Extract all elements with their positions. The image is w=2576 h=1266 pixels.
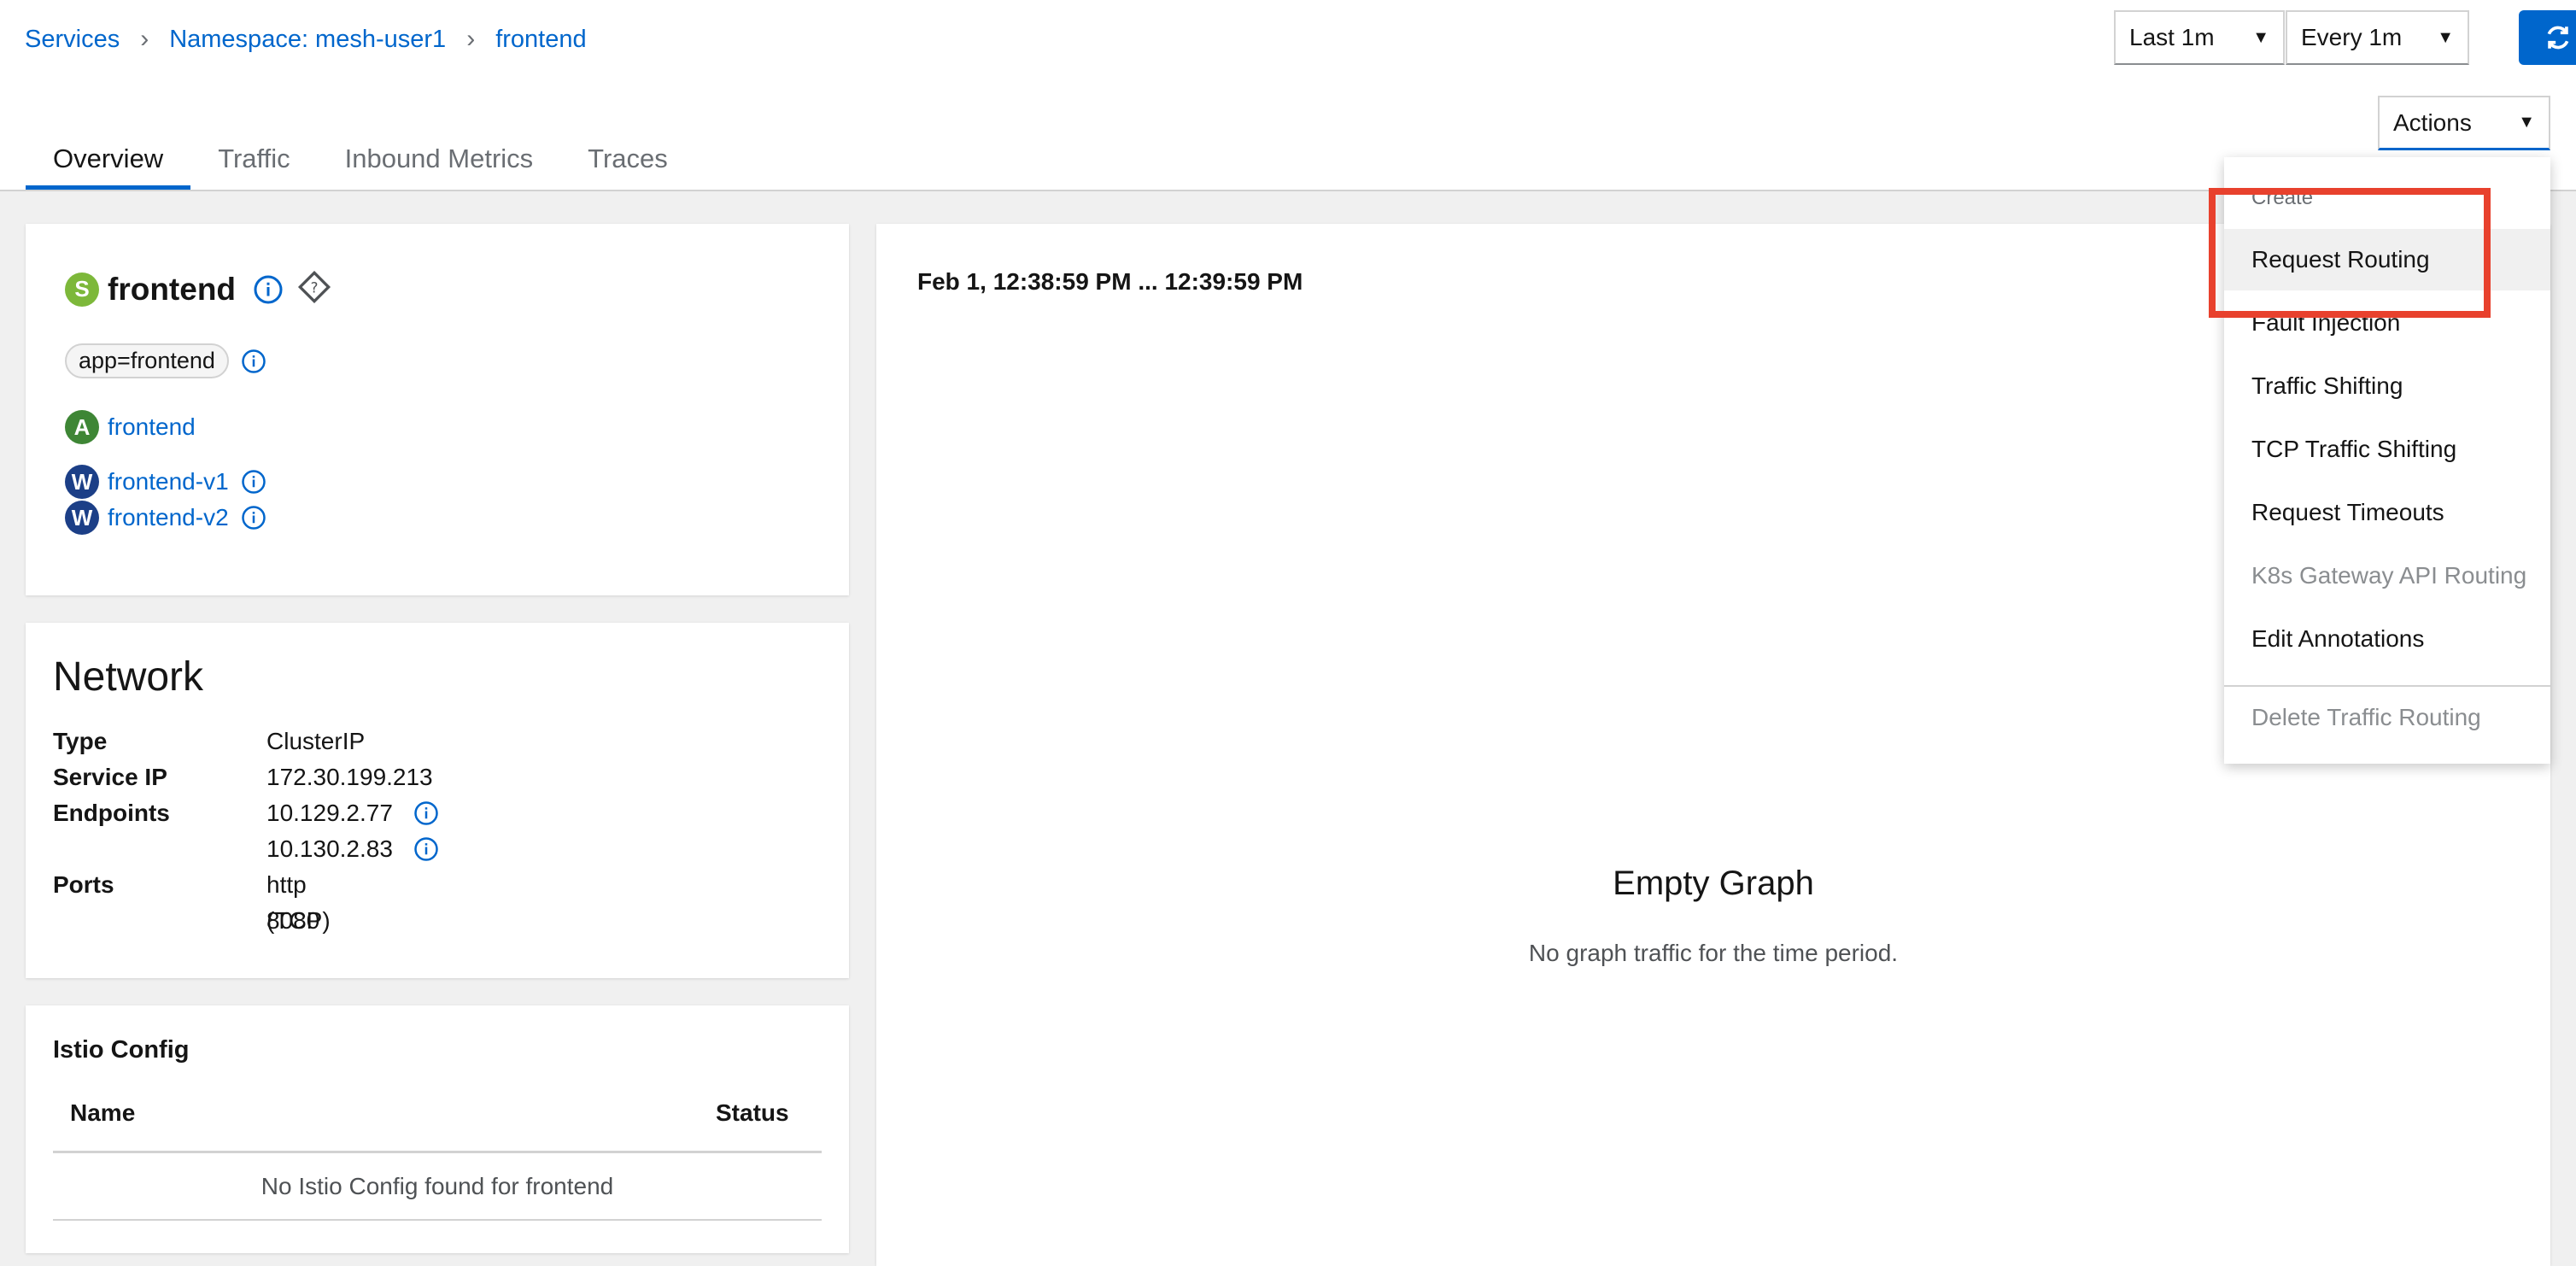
graph-time-range: Feb 1, 12:38:59 PM ... 12:39:59 PM (917, 268, 1303, 295)
info-icon[interactable] (413, 836, 439, 862)
highlight-annotation (2209, 188, 2491, 318)
breadcrumb-namespace[interactable]: Namespace: mesh-user1 (169, 26, 446, 54)
actions-dropdown-toggle[interactable]: Actions ▼ (2378, 96, 2550, 150)
duration-select-value: Last 1m (2129, 24, 2215, 50)
endpoints-key: Endpoints (53, 800, 170, 826)
tab-bar: Overview Traffic Inbound Metrics Traces (26, 128, 695, 190)
ports-protocol: (TCP) (266, 907, 331, 934)
service-mesh-icon[interactable]: ? (297, 270, 331, 308)
service-ip-value: 172.30.199.213 (266, 764, 433, 790)
tab-traffic[interactable]: Traffic (190, 128, 317, 190)
info-icon[interactable] (241, 469, 266, 495)
caret-down-icon: ▼ (2518, 113, 2535, 132)
workload-badge: W (65, 465, 99, 499)
table-divider (53, 1151, 822, 1153)
refresh-button[interactable] (2519, 10, 2576, 65)
app-row: A frontend (65, 410, 196, 444)
column-header-name[interactable]: Name (70, 1099, 135, 1127)
caret-down-icon: ▼ (2252, 27, 2269, 47)
tab-overview[interactable]: Overview (26, 128, 191, 190)
menu-item-edit-annotations[interactable]: Edit Annotations (2251, 625, 2424, 653)
table-divider (53, 1219, 822, 1221)
info-icon[interactable] (241, 349, 266, 374)
app-badge: A (65, 410, 99, 444)
ports-key: Ports (53, 871, 114, 898)
istio-config-card: Istio Config Name Status No Istio Config… (26, 1005, 849, 1253)
istio-config-title: Istio Config (53, 1036, 190, 1064)
duration-select[interactable]: Last 1m ▼ (2114, 10, 2285, 65)
tab-traces[interactable]: Traces (560, 128, 695, 190)
empty-graph-subtitle: No graph traffic for the time period. (1528, 940, 1899, 966)
service-description-card: S frontend ? app=frontend A frontend W f… (26, 224, 849, 595)
endpoint-row: 10.130.2.83 (266, 831, 439, 867)
menu-item-tcp-traffic-shifting[interactable]: TCP Traffic Shifting (2251, 436, 2456, 463)
tab-inbound-metrics[interactable]: Inbound Metrics (318, 128, 561, 190)
label-row: app=frontend (65, 343, 266, 378)
info-icon[interactable] (413, 800, 439, 826)
service-title: S frontend ? (65, 270, 331, 308)
info-icon[interactable] (241, 505, 266, 530)
endpoint-value: 10.130.2.83 (266, 835, 393, 862)
breadcrumb-service[interactable]: frontend (495, 26, 586, 54)
info-icon[interactable] (253, 274, 284, 305)
menu-divider (2224, 685, 2550, 687)
refresh-icon (2547, 26, 2569, 50)
endpoint-value: 10.129.2.77 (266, 800, 393, 826)
network-title: Network (53, 654, 204, 700)
workload-row: W frontend-v1 (65, 465, 266, 499)
chevron-right-icon: › (466, 25, 476, 53)
workload-link[interactable]: frontend-v2 (108, 504, 229, 531)
app-link[interactable]: frontend (108, 413, 196, 441)
breadcrumb-services[interactable]: Services (25, 26, 120, 54)
svg-text:?: ? (311, 280, 319, 296)
empty-graph-title: Empty Graph (1613, 865, 1814, 902)
chevron-right-icon: › (140, 25, 149, 53)
breadcrumb: Services › Namespace: mesh-user1 › front… (25, 21, 587, 58)
empty-state-text: No Istio Config found for frontend (261, 1173, 614, 1199)
menu-item-k8s-gateway-api-routing[interactable]: K8s Gateway API Routing (2251, 562, 2526, 589)
menu-item-traffic-shifting[interactable]: Traffic Shifting (2251, 372, 2403, 400)
actions-label: Actions (2393, 108, 2472, 136)
refresh-interval-select[interactable]: Every 1m ▼ (2286, 10, 2469, 65)
service-name: frontend (108, 271, 237, 307)
caret-down-icon: ▼ (2437, 27, 2454, 47)
service-ip-key: Service IP (53, 764, 167, 790)
label-chip: app=frontend (65, 343, 229, 378)
service-badge: S (65, 272, 99, 307)
network-card: Network Type ClusterIP Service IP 172.30… (26, 623, 849, 978)
workload-link[interactable]: frontend-v1 (108, 468, 229, 495)
type-value: ClusterIP (266, 728, 366, 754)
refresh-interval-value: Every 1m (2301, 24, 2403, 50)
workload-row: W frontend-v2 (65, 501, 266, 535)
column-header-status[interactable]: Status (716, 1099, 789, 1127)
menu-item-delete-traffic-routing[interactable]: Delete Traffic Routing (2251, 704, 2481, 731)
endpoint-row: 10.129.2.77 (266, 795, 439, 831)
workload-badge: W (65, 501, 99, 535)
type-key: Type (53, 728, 108, 754)
menu-item-request-timeouts[interactable]: Request Timeouts (2251, 499, 2444, 526)
